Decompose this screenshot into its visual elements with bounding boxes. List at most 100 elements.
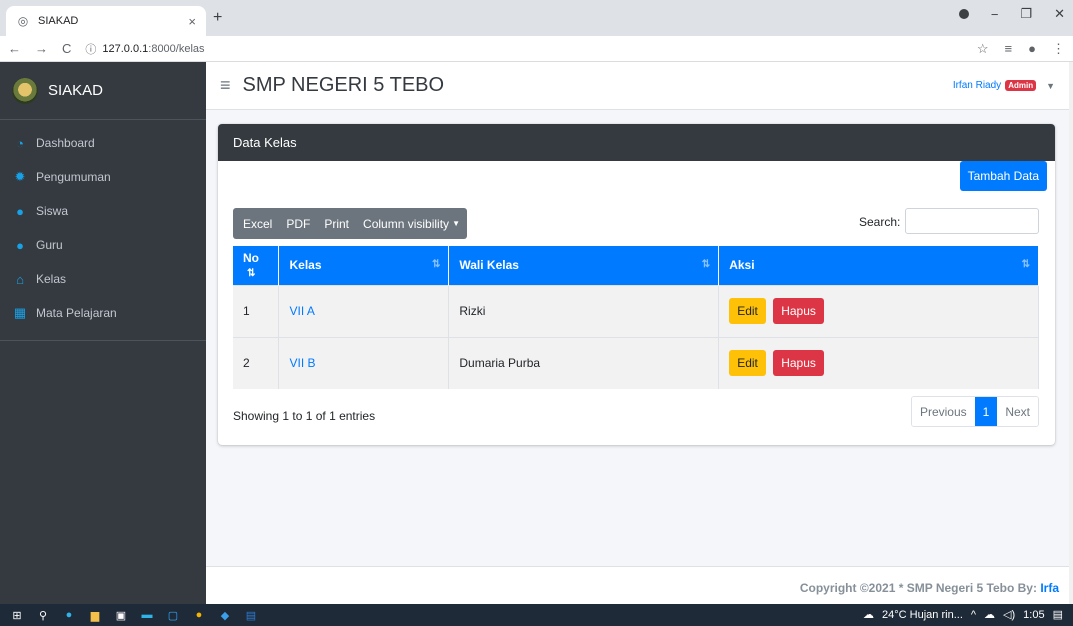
kelas-link[interactable]: VII A	[289, 304, 314, 318]
minimize-icon[interactable]: −	[991, 7, 999, 22]
role-badge: Admin	[1005, 80, 1037, 91]
sidebar-divider	[0, 340, 206, 341]
user-menu[interactable]: Irfan Riady Admin ▼	[953, 80, 1055, 91]
column-header-kelas[interactable]: Kelas ⇅	[278, 246, 450, 285]
info-icon[interactable]: ⓘ	[85, 41, 96, 57]
url-path: :8000/kelas	[148, 42, 205, 55]
column-header-label: Wali Kelas	[459, 258, 519, 273]
column-visibility-label: Column visibility	[363, 216, 450, 231]
mail-icon[interactable]: ▬	[140, 608, 154, 622]
sidebar-item-label: Guru	[36, 238, 63, 252]
dashboard-icon: ◔	[16, 135, 24, 151]
reading-list-icon[interactable]: ≡	[1005, 41, 1013, 57]
profile-icon[interactable]: ●	[1028, 41, 1036, 57]
table-header-row: No ⇅ Kelas ⇅ Wali Kelas ⇅ Aksi ⇅	[233, 246, 1039, 285]
sidebar-item-label: Dashboard	[36, 136, 95, 150]
hapus-button[interactable]: Hapus	[773, 298, 824, 324]
tambah-data-button[interactable]: Tambah Data	[959, 161, 1047, 191]
sort-icon: ⇅	[247, 268, 256, 280]
chevron-up-icon[interactable]: ^	[971, 609, 976, 621]
user-icon: ●	[16, 203, 24, 219]
pdf-button[interactable]: PDF	[279, 208, 317, 239]
top-navbar: ≡ SMP NEGERI 5 TEBO Irfan Riady Admin ▼	[206, 62, 1069, 110]
restore-icon[interactable]: ❐	[1020, 6, 1032, 22]
hamburger-menu-icon[interactable]: ≡	[220, 75, 231, 96]
excel-button[interactable]: Excel	[233, 208, 279, 239]
sidebar-item-guru[interactable]: ● Guru	[0, 228, 206, 262]
caret-down-icon[interactable]: ▼	[1046, 81, 1055, 91]
sidebar-menu: ◔ Dashboard ✹ Pengumuman ● Siswa ● Guru …	[0, 120, 206, 341]
store-icon[interactable]: ▣	[114, 608, 128, 622]
edit-button[interactable]: Edit	[729, 350, 766, 377]
column-header-label: Kelas	[289, 258, 322, 273]
page-scrollbar[interactable]	[1069, 62, 1073, 604]
photoshop-icon[interactable]: ▢	[166, 608, 180, 622]
sidebar-item-label: Siswa	[36, 204, 69, 218]
network-icon[interactable]: ☁	[984, 608, 995, 621]
cell-wali-kelas: Dumaria Purba	[448, 336, 720, 389]
page-button[interactable]: 1	[974, 397, 998, 426]
column-header-label: Aksi	[729, 258, 755, 273]
clock-text[interactable]: 1:05	[1023, 609, 1044, 621]
close-window-icon[interactable]: ✕	[1054, 6, 1065, 22]
sort-icon: ⇅	[1021, 259, 1030, 270]
record-icon[interactable]	[958, 9, 969, 19]
file-explorer-icon[interactable]: ▆	[88, 608, 102, 622]
cell-kelas: VII B	[278, 336, 450, 389]
os-taskbar: ⊞ ⚲ ● ▆ ▣ ▬ ▢ ● ◆ ▤ ☁ 24°C Hujan rin... …	[0, 604, 1073, 626]
notification-icon[interactable]: ▤	[1053, 608, 1063, 621]
close-tab-icon[interactable]: ×	[188, 14, 196, 29]
table-icon: ▦	[13, 305, 27, 320]
url-field[interactable]: ⓘ 127.0.0.1 :8000/kelas	[85, 41, 204, 57]
address-bar-actions: ☆ ≡ ● ⋮	[977, 41, 1065, 57]
vscode-icon[interactable]: ◆	[218, 608, 232, 622]
pagination: Previous 1 Next	[910, 396, 1039, 427]
volume-icon[interactable]: ◁)	[1003, 608, 1015, 621]
edge-icon[interactable]: ●	[62, 608, 76, 622]
sort-icon: ⇅	[701, 259, 711, 270]
column-header-aksi[interactable]: Aksi ⇅	[718, 246, 1039, 285]
hapus-button[interactable]: Hapus	[773, 350, 824, 377]
sidebar-item-siswa[interactable]: ● Siswa	[0, 194, 206, 228]
next-page-button[interactable]: Next	[997, 397, 1038, 426]
weather-text[interactable]: 24°C Hujan rin...	[882, 609, 963, 621]
print-button[interactable]: Print	[317, 208, 356, 239]
word-icon[interactable]: ▤	[244, 608, 258, 622]
cell-no: 1	[233, 284, 280, 337]
user-name: Irfan Riady	[952, 80, 1002, 91]
sidebar-item-pengumuman[interactable]: ✹ Pengumuman	[0, 160, 206, 194]
browser-tab-bar: ◎ SIAKAD × + − ❐ ✕	[0, 0, 1073, 36]
table-row: 1 VII A Rizki Edit Hapus	[233, 284, 1039, 337]
new-tab-button[interactable]: +	[213, 9, 222, 27]
reload-icon[interactable]: C	[62, 41, 71, 56]
chrome-icon[interactable]: ●	[192, 608, 206, 622]
table-row: 2 VII B Dumaria Purba Edit Hapus	[233, 336, 1039, 389]
column-visibility-button[interactable]: Column visibility ▼	[356, 208, 467, 239]
previous-page-button[interactable]: Previous	[911, 397, 975, 426]
windows-start-icon[interactable]: ⊞	[10, 608, 24, 622]
forward-icon[interactable]: →	[35, 41, 48, 56]
kelas-link[interactable]: VII B	[289, 356, 315, 370]
author-link[interactable]: Irfa	[1040, 581, 1059, 595]
browser-tab[interactable]: ◎ SIAKAD ×	[6, 6, 206, 36]
weather-icon[interactable]: ☁	[863, 608, 874, 621]
search-icon[interactable]: ⚲	[36, 608, 50, 622]
system-tray: ☁ 24°C Hujan rin... ^ ☁ ◁) 1:05 ▤	[863, 608, 1063, 622]
sidebar-item-label: Kelas	[36, 272, 67, 286]
cell-aksi: Edit Hapus	[718, 284, 1039, 337]
data-kelas-card: Data Kelas Tambah Data Excel PDF Print C…	[218, 124, 1055, 445]
brand-link[interactable]: SIAKAD	[0, 62, 206, 120]
star-icon[interactable]: ☆	[977, 41, 989, 57]
school-logo-icon	[12, 77, 38, 104]
column-header-no[interactable]: No ⇅	[233, 246, 280, 285]
sidebar: SIAKAD ◔ Dashboard ✹ Pengumuman ● Siswa …	[0, 62, 206, 604]
menu-icon[interactable]: ⋮	[1052, 41, 1065, 57]
sidebar-item-dashboard[interactable]: ◔ Dashboard	[0, 126, 206, 160]
sidebar-item-kelas[interactable]: ⌂ Kelas	[0, 262, 206, 296]
edit-button[interactable]: Edit	[729, 298, 766, 324]
search-input[interactable]	[905, 208, 1039, 234]
address-bar: ← → C ⓘ 127.0.0.1 :8000/kelas ☆ ≡ ● ⋮	[0, 36, 1073, 62]
sidebar-item-mata-pelajaran[interactable]: ▦ Mata Pelajaran	[0, 296, 206, 330]
back-icon[interactable]: ←	[8, 41, 21, 56]
column-header-wali-kelas[interactable]: Wali Kelas ⇅	[448, 246, 720, 285]
